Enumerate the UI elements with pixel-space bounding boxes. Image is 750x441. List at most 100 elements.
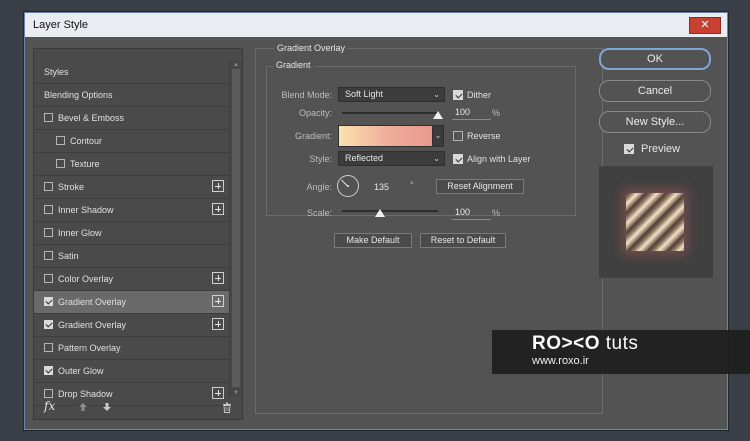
style-item-label: Contour [70,136,103,146]
close-icon: ✕ [700,19,710,31]
cancel-button[interactable]: Cancel [599,80,711,102]
style-checkbox[interactable] [44,182,53,191]
gradient-dropdown[interactable]: ⌄ [432,125,444,147]
gradient-picker[interactable] [338,125,433,147]
section-title: Gradient Overlay [274,43,349,53]
style-item-label: Satin [58,251,79,261]
scale-slider[interactable] [342,210,438,212]
add-style-icon[interactable] [212,203,224,215]
style-checkbox[interactable] [44,320,53,329]
scale-value: 100 [455,207,471,217]
dialog-titlebar: Layer Style [25,13,727,37]
style-item[interactable]: Satin [34,245,230,268]
style-checkbox[interactable] [44,205,53,214]
scroll-up-icon[interactable]: ▲ [230,61,242,69]
opacity-field[interactable]: 100 [452,107,491,120]
style-item[interactable]: Styles [34,61,230,84]
style-item[interactable]: Inner Shadow [34,199,230,222]
style-item-label: Inner Shadow [58,205,114,215]
style-item[interactable]: Texture [34,153,230,176]
opacity-value: 100 [455,107,471,117]
style-value: Reflected [345,153,384,163]
reverse-checkbox[interactable] [453,131,463,141]
reset-to-default-button[interactable]: Reset to Default [420,233,506,248]
style-checkbox[interactable] [44,366,53,375]
ok-button[interactable]: OK [599,48,711,70]
style-item-label: Color Overlay [58,274,114,284]
style-item[interactable]: Bevel & Emboss [34,107,230,130]
style-checkbox[interactable] [56,159,65,168]
style-checkbox[interactable] [56,136,65,145]
style-item-label: Styles [44,67,69,77]
style-checkbox[interactable] [44,274,53,283]
reverse-label: Reverse [467,131,501,141]
watermark-url: www.roxo.ir [532,355,589,367]
dialog-title: Layer Style [33,19,89,31]
style-item-label: Gradient Overlay [58,297,127,307]
style-checkbox[interactable] [44,251,53,260]
blend-mode-select[interactable]: Soft Light ⌄ [338,87,445,102]
reset-alignment-button[interactable]: Reset Alignment [436,179,524,194]
style-item[interactable]: Contour [34,130,230,153]
style-item[interactable]: Color Overlay [34,268,230,291]
add-style-icon[interactable] [212,295,224,307]
add-style-icon[interactable] [212,272,224,284]
style-item-label: Outer Glow [58,366,104,376]
scale-slider-thumb[interactable] [375,209,386,217]
style-checkbox[interactable] [44,228,53,237]
style-item[interactable]: Blending Options [34,84,230,107]
opacity-slider-thumb[interactable] [433,111,443,119]
angle-value[interactable]: 135 [374,182,389,192]
style-item-label: Stroke [58,182,85,192]
style-item-label: Gradient Overlay [58,320,127,330]
style-checkbox[interactable] [44,343,53,352]
trash-icon[interactable] [222,402,232,413]
dither-checkbox[interactable] [453,90,463,100]
logo-suffix: tuts [605,333,639,354]
opacity-label: Opacity: [298,108,332,118]
style-item[interactable]: Outer Glow [34,360,230,383]
style-checkbox[interactable] [44,113,53,122]
add-style-icon[interactable] [212,180,224,192]
move-down-icon[interactable] [102,402,112,412]
styles-list-panel: Styles Blending Options Bevel & Emboss Cont… [33,48,243,420]
style-item[interactable]: Pattern Overlay [34,337,230,360]
preview-label: Preview [641,143,681,155]
preview-checkbox[interactable] [624,144,634,154]
opacity-unit: % [492,108,501,118]
group-title: Gradient [273,60,314,70]
style-item[interactable]: Stroke [34,176,230,199]
style-item-label: Blending Options [44,90,113,100]
style-item[interactable]: Gradient Overlay [34,291,230,314]
make-default-button[interactable]: Make Default [334,233,412,248]
style-item[interactable]: Gradient Overlay [34,314,230,337]
move-up-icon[interactable] [78,402,88,412]
close-button[interactable]: ✕ [689,17,721,34]
chevron-down-icon: ⌄ [433,90,440,99]
align-with-layer-checkbox[interactable] [453,154,463,164]
style-item-label: Pattern Overlay [58,343,121,353]
logo-text: RO><O [532,333,600,354]
style-preview [599,166,713,278]
degree-unit: ° [410,180,414,190]
style-checkbox[interactable] [44,297,53,306]
align-with-layer-label: Align with Layer [467,154,531,164]
fx-menu-button[interactable]: fx [44,399,55,413]
style-label: Style: [309,154,332,164]
style-item-label: Inner Glow [58,228,102,238]
angle-dial[interactable] [337,175,359,197]
new-style-button[interactable]: New Style... [599,111,711,133]
angle-center [347,185,349,187]
style-item[interactable]: Inner Glow [34,222,230,245]
style-select[interactable]: Reflected ⌄ [338,151,445,166]
styles-scrollbar[interactable]: ▲ ▼ [229,61,242,397]
chevron-down-icon: ⌄ [434,131,442,140]
add-style-icon[interactable] [212,318,224,330]
watermark-banner: RO><O tuts www.roxo.ir [492,330,750,374]
style-item-label: Texture [70,159,100,169]
watermark-logo: RO><O tuts [532,333,638,355]
scale-field[interactable]: 100 [452,207,491,220]
dither-label: Dither [467,90,492,100]
opacity-slider[interactable] [342,112,438,114]
scroll-thumb[interactable] [232,69,240,387]
